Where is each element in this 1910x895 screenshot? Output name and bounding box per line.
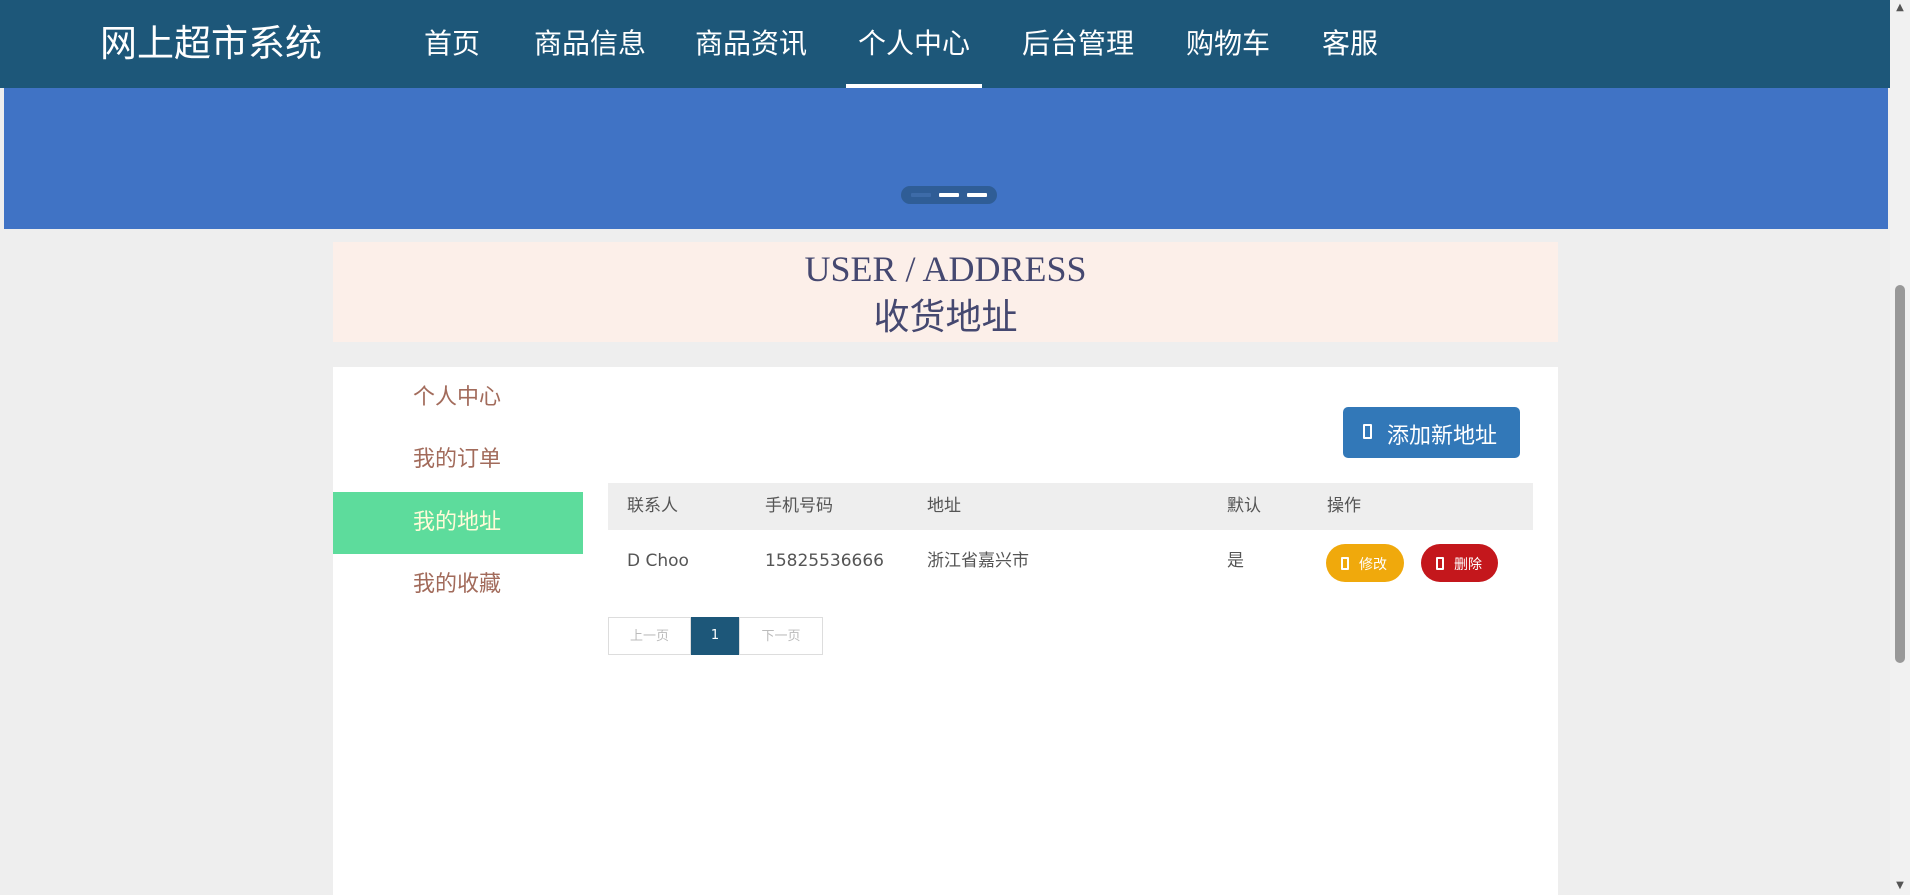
top-navbar: 网上超市系统 首页 商品信息 商品资讯 个人中心 后台管理 购物车 客服 (0, 0, 1890, 88)
scroll-up-arrow-icon[interactable]: ▲ (1894, 2, 1906, 13)
column-header-address: 地址 (927, 496, 961, 516)
scrollbar-thumb[interactable] (1895, 285, 1905, 663)
carousel-dot-3[interactable] (967, 193, 987, 197)
sidebar-item-label: 个人中心 (413, 385, 502, 410)
sidebar-item-favorites[interactable]: 我的收藏 (333, 554, 583, 616)
delete-icon (1436, 557, 1444, 570)
column-header-phone: 手机号码 (765, 496, 833, 516)
nav-item-products[interactable]: 商品信息 (534, 0, 646, 88)
page-title-cn: 收货地址 (873, 297, 1018, 338)
nav-item-home[interactable]: 首页 (424, 0, 480, 88)
add-address-label: 添加新地址 (1387, 424, 1498, 449)
page-scrollbar[interactable]: ▲ ▼ (1890, 0, 1910, 895)
carousel-dot-2[interactable] (939, 193, 959, 197)
pagination-current-page[interactable]: 1 (691, 617, 739, 655)
content-panel: 个人中心 我的订单 我的地址 我的收藏 添加新地址 联系人 手机号码 地址 默认… (333, 367, 1558, 895)
column-header-default: 默认 (1227, 496, 1261, 516)
carousel-indicators (901, 186, 997, 204)
pagination-prev-button[interactable]: 上一页 (608, 617, 691, 655)
table-header: 联系人 手机号码 地址 默认 操作 (608, 483, 1533, 530)
carousel-dot-1[interactable] (911, 193, 931, 197)
pagination-next-button[interactable]: 下一页 (739, 617, 823, 655)
nav-item-news[interactable]: 商品资讯 (695, 0, 807, 88)
nav-item-user-center[interactable]: 个人中心 (845, 0, 983, 88)
scroll-down-arrow-icon[interactable]: ▼ (1894, 880, 1906, 891)
page-title-en: USER / ADDRESS (804, 249, 1087, 289)
sidebar-item-label: 我的地址 (413, 510, 502, 535)
column-header-contact: 联系人 (627, 496, 678, 516)
sidebar-item-addresses[interactable]: 我的地址 (333, 492, 583, 554)
sidebar-item-orders[interactable]: 我的订单 (333, 429, 583, 491)
cell-address: 浙江省嘉兴市 (927, 551, 1029, 571)
cell-contact: D Choo (627, 551, 689, 571)
delete-label: 删除 (1454, 557, 1482, 573)
banner-carousel (4, 88, 1888, 229)
nav-item-service[interactable]: 客服 (1322, 0, 1378, 88)
sidebar-item-label: 我的收藏 (413, 572, 502, 597)
sidebar-item-label: 我的订单 (413, 447, 502, 472)
delete-address-button[interactable]: 删除 (1421, 544, 1498, 582)
edit-label: 修改 (1359, 557, 1387, 573)
edit-address-button[interactable]: 修改 (1326, 544, 1404, 582)
site-brand[interactable]: 网上超市系统 (100, 0, 322, 88)
page-title-box: USER / ADDRESS 收货地址 (333, 242, 1558, 342)
edit-icon (1341, 557, 1349, 570)
add-address-button[interactable]: 添加新地址 (1343, 407, 1520, 458)
sidebar-item-user-center[interactable]: 个人中心 (333, 367, 583, 429)
nav-item-admin[interactable]: 后台管理 (1022, 0, 1134, 88)
cell-phone: 15825536666 (765, 551, 884, 571)
plus-icon (1363, 424, 1372, 439)
column-header-actions: 操作 (1327, 496, 1361, 516)
nav-item-cart[interactable]: 购物车 (1186, 0, 1270, 88)
cell-default: 是 (1227, 551, 1244, 571)
